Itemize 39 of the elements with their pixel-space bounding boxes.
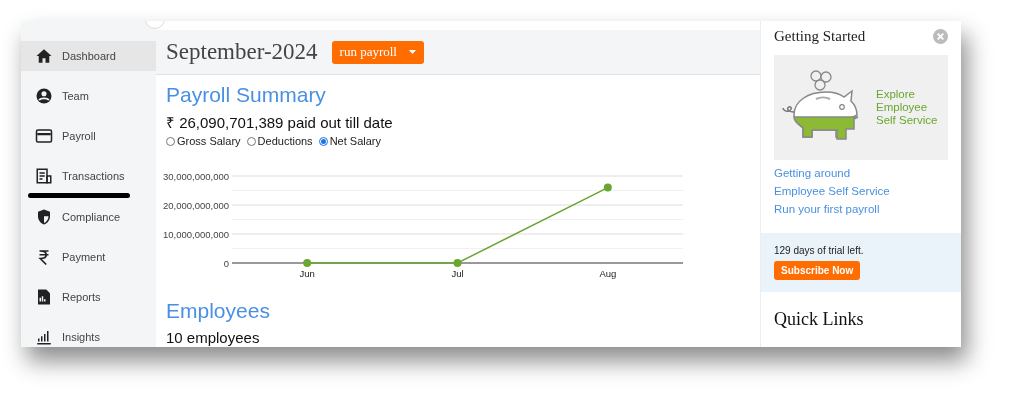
banner-text: Explore Employee Self Service — [876, 87, 939, 128]
employee-count: 10 employees — [166, 329, 261, 346]
section-title: Payroll Summary — [166, 83, 327, 107]
panel-title: Quick Links — [773, 308, 865, 330]
sidebar-item[interactable]: Payroll — [21, 121, 156, 151]
axis-label: Aug — [599, 268, 617, 279]
radio-option[interactable]: Net Salary — [318, 135, 381, 147]
person-icon — [35, 87, 53, 105]
caret-icon — [408, 50, 416, 54]
axis-label: 10,000,000,000 — [162, 228, 229, 240]
section-title: Employees — [166, 299, 271, 323]
report-icon — [35, 288, 53, 306]
sidebar-item[interactable]: Payment — [21, 242, 156, 272]
sidebar-item[interactable]: Insights — [21, 322, 156, 347]
trial-text: 129 days of trial left. — [774, 245, 865, 256]
receipt-icon — [35, 167, 53, 185]
axis-label: Jul — [451, 268, 464, 279]
sidebar-item[interactable]: Dashboard — [21, 41, 156, 71]
sidebar-item[interactable]: Compliance — [21, 202, 156, 232]
data-point — [453, 259, 462, 267]
close-icon[interactable] — [933, 29, 948, 44]
sidebar-item[interactable]: Team — [21, 81, 156, 111]
axis-label: 30,000,000,000 — [162, 170, 229, 182]
page-title: September-2024 — [166, 39, 318, 65]
card-icon — [35, 127, 53, 145]
home-icon — [35, 47, 53, 65]
sidebar-item[interactable]: Transactions — [21, 161, 156, 191]
panel-title: Getting Started — [774, 28, 866, 45]
sidebar-item[interactable]: Reports — [21, 282, 156, 312]
data-point — [603, 183, 612, 192]
axis-label: 0 — [223, 257, 229, 269]
radio-option[interactable]: Deductions — [246, 135, 313, 147]
axis-label: 20,000,000,000 — [162, 199, 229, 211]
data-point — [303, 259, 312, 267]
radio-option[interactable]: Gross Salary — [166, 135, 241, 147]
axis-label: Jun — [299, 268, 315, 279]
total-paid: ₹ 26,090,701,389 paid out till date — [166, 113, 394, 132]
shield-icon — [35, 208, 53, 226]
bar-chart-icon — [35, 328, 53, 346]
